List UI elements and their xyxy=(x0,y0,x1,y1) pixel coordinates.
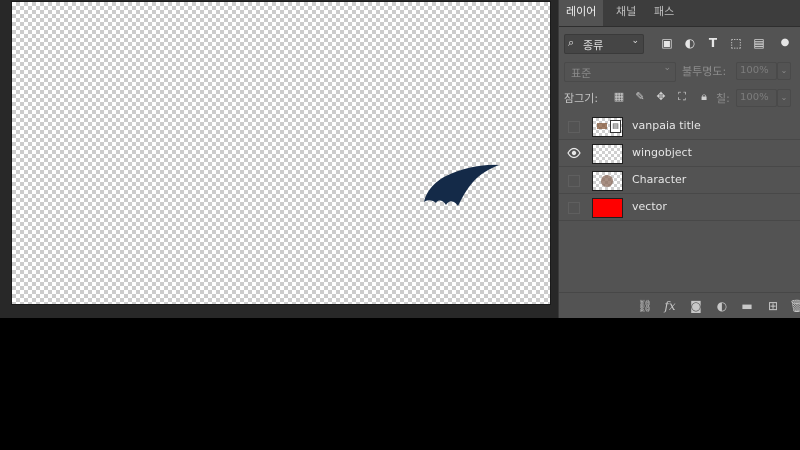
type-filter-icon[interactable]: T xyxy=(705,35,721,51)
lock-position-icon[interactable]: ✥ xyxy=(654,89,668,105)
lock-image-pixels-icon[interactable]: ✎ xyxy=(633,89,647,105)
search-icon: ⌕ xyxy=(568,36,575,49)
chevron-down-icon: ⌄ xyxy=(663,63,671,73)
wing-shape[interactable] xyxy=(416,162,502,212)
layer-thumbnail xyxy=(592,144,623,164)
add-mask-icon[interactable]: ◙ xyxy=(688,298,704,314)
lock-artboard-icon[interactable]: ⛶ xyxy=(675,89,689,105)
chevron-down-icon: ⌄ xyxy=(631,36,639,46)
tab-channels[interactable]: 채널 xyxy=(609,0,643,26)
visibility-toggle[interactable] xyxy=(568,202,580,214)
image-filter-icon[interactable]: ▣ xyxy=(659,35,675,51)
layer-filter-row: ⌕ 종류 ⌄ ▣ ◐ T ⬚ ▤ ● xyxy=(559,32,800,56)
smart-object-filter-icon[interactable]: ▤ xyxy=(751,35,767,51)
layer-row[interactable]: ▤ vanpaia title xyxy=(559,113,800,140)
fx-icon[interactable]: fx xyxy=(662,298,678,314)
layer-row[interactable]: Character xyxy=(559,167,800,194)
character-art-mark xyxy=(601,175,613,187)
panel-tabs: 레이어 채널 패스 xyxy=(559,0,800,27)
tab-paths[interactable]: 패스 xyxy=(647,0,681,26)
blend-mode-value: 표준 xyxy=(571,67,592,80)
new-layer-icon[interactable]: ⊞ xyxy=(765,298,781,314)
fill-input[interactable]: 100% xyxy=(736,89,777,107)
trash-icon[interactable]: 🗑︎ xyxy=(789,298,800,314)
opacity-input[interactable]: 100% xyxy=(736,62,777,80)
shape-filter-icon[interactable]: ⬚ xyxy=(728,35,744,51)
visibility-toggle[interactable] xyxy=(568,175,580,187)
layer-thumbnail xyxy=(592,171,623,191)
new-group-icon[interactable]: ▬ xyxy=(739,298,755,314)
blend-mode-select[interactable]: 표준 ⌄ xyxy=(564,62,676,82)
link-layers-icon[interactable]: ⛓ xyxy=(637,298,653,314)
layers-panel: 레이어 채널 패스 ⌕ 종류 ⌄ ▣ ◐ T ⬚ ▤ ● 표준 ⌄ 불투명도: … xyxy=(558,0,800,318)
canvas-area[interactable] xyxy=(0,0,558,318)
layer-thumbnail xyxy=(592,198,623,218)
document-canvas[interactable] xyxy=(11,1,551,305)
layer-thumbnail: ▤ xyxy=(592,117,623,137)
opacity-label: 불투명도: xyxy=(682,65,727,78)
layer-row[interactable]: wingobject xyxy=(559,140,800,167)
photoshop-window: 레이어 채널 패스 ⌕ 종류 ⌄ ▣ ◐ T ⬚ ▤ ● 표준 ⌄ 불투명도: … xyxy=(0,0,800,318)
layer-name[interactable]: vanpaia title xyxy=(632,113,701,139)
lock-row: 잠그기: ▦ ✎ ✥ ⛶ 🔒︎ 칠: 100% ⌄ xyxy=(559,88,800,108)
eye-icon[interactable] xyxy=(567,146,581,160)
adjustment-layer-icon[interactable]: ◐ xyxy=(714,298,730,314)
layer-name[interactable]: wingobject xyxy=(632,140,692,166)
layers-panel-footer: ⛓ fx ◙ ◐ ▬ ⊞ 🗑︎ xyxy=(559,292,800,319)
lock-all-icon[interactable]: 🔒︎ xyxy=(697,89,711,105)
layer-name[interactable]: Character xyxy=(632,167,686,193)
fill-dropdown-arrow[interactable]: ⌄ xyxy=(777,89,791,107)
layer-name[interactable]: vector xyxy=(632,194,667,220)
filter-kind-select[interactable]: ⌕ 종류 ⌄ xyxy=(564,34,644,54)
filter-kind-value: 종류 xyxy=(583,39,604,52)
opacity-dropdown-arrow[interactable]: ⌄ xyxy=(777,62,791,80)
visibility-toggle[interactable] xyxy=(568,121,580,133)
title-art-mark xyxy=(597,123,607,129)
blend-row: 표준 ⌄ 불투명도: 100% ⌄ xyxy=(559,62,800,82)
lock-transparent-pixels-icon[interactable]: ▦ xyxy=(612,89,626,105)
layer-row[interactable]: vector xyxy=(559,194,800,221)
adjustment-filter-icon[interactable]: ◐ xyxy=(682,35,698,51)
filter-toggle-icon[interactable]: ● xyxy=(777,35,793,51)
layer-list: ▤ vanpaia title wingobject Character vec… xyxy=(559,113,800,221)
tab-layers[interactable]: 레이어 xyxy=(559,0,604,26)
lock-label: 잠그기: xyxy=(564,92,599,105)
smart-object-badge-icon: ▤ xyxy=(610,120,621,133)
fill-label: 칠: xyxy=(716,92,730,105)
